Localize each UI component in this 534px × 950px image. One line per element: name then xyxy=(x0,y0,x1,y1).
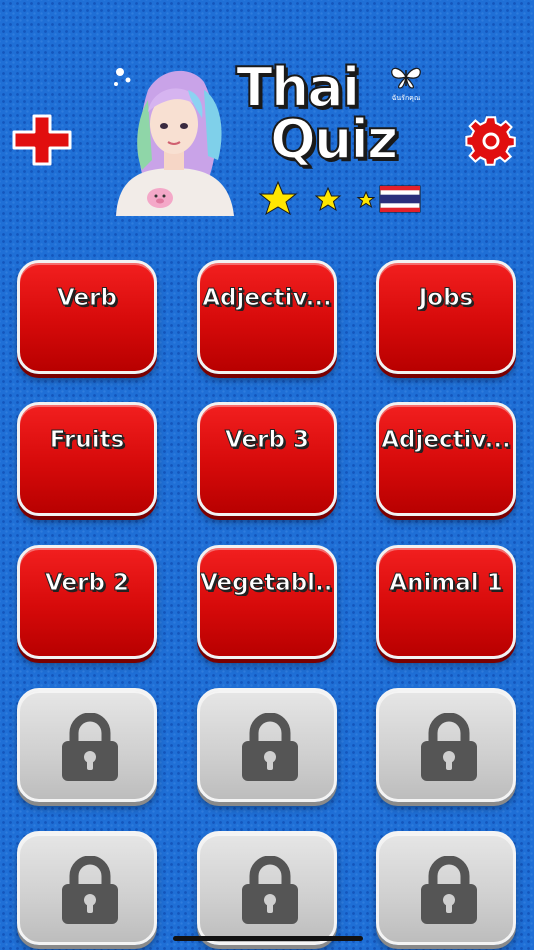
category-tile[interactable]: Verb 3 xyxy=(197,402,337,516)
locked-category-tile[interactable] xyxy=(197,831,337,945)
lock-icon xyxy=(58,855,122,926)
category-label: Jobs xyxy=(418,285,474,311)
locked-category-tile[interactable] xyxy=(17,831,157,945)
category-label: Verb xyxy=(57,285,118,311)
category-label: Verb 3 xyxy=(225,427,310,453)
lock-icon xyxy=(58,712,122,783)
category-grid: Verb Adjectiv... Jobs Fruits Verb 3 Adjectiv.… xyxy=(0,0,534,950)
category-label: Vegetabl... xyxy=(200,570,334,596)
lock-icon xyxy=(238,855,302,926)
locked-category-tile[interactable] xyxy=(376,688,516,802)
category-label: Verb 2 xyxy=(45,570,130,596)
lock-icon xyxy=(417,712,481,783)
category-label: Animal 1 xyxy=(389,570,503,596)
lock-icon xyxy=(238,712,302,783)
category-tile[interactable]: Jobs xyxy=(376,260,516,374)
category-tile[interactable]: Adjectiv... xyxy=(376,402,516,516)
category-label: Adjectiv... xyxy=(202,285,333,311)
home-indicator xyxy=(173,936,363,941)
category-tile[interactable]: Verb xyxy=(17,260,157,374)
category-tile[interactable]: Vegetabl... xyxy=(197,545,337,659)
locked-category-tile[interactable] xyxy=(197,688,337,802)
category-tile[interactable]: Adjectiv... xyxy=(197,260,337,374)
category-tile[interactable]: Verb 2 xyxy=(17,545,157,659)
category-tile[interactable]: Animal 1 xyxy=(376,545,516,659)
category-label: Fruits xyxy=(49,427,125,453)
category-label: Adjectiv... xyxy=(381,427,512,453)
category-tile[interactable]: Fruits xyxy=(17,402,157,516)
locked-category-tile[interactable] xyxy=(17,688,157,802)
locked-category-tile[interactable] xyxy=(376,831,516,945)
lock-icon xyxy=(417,855,481,926)
